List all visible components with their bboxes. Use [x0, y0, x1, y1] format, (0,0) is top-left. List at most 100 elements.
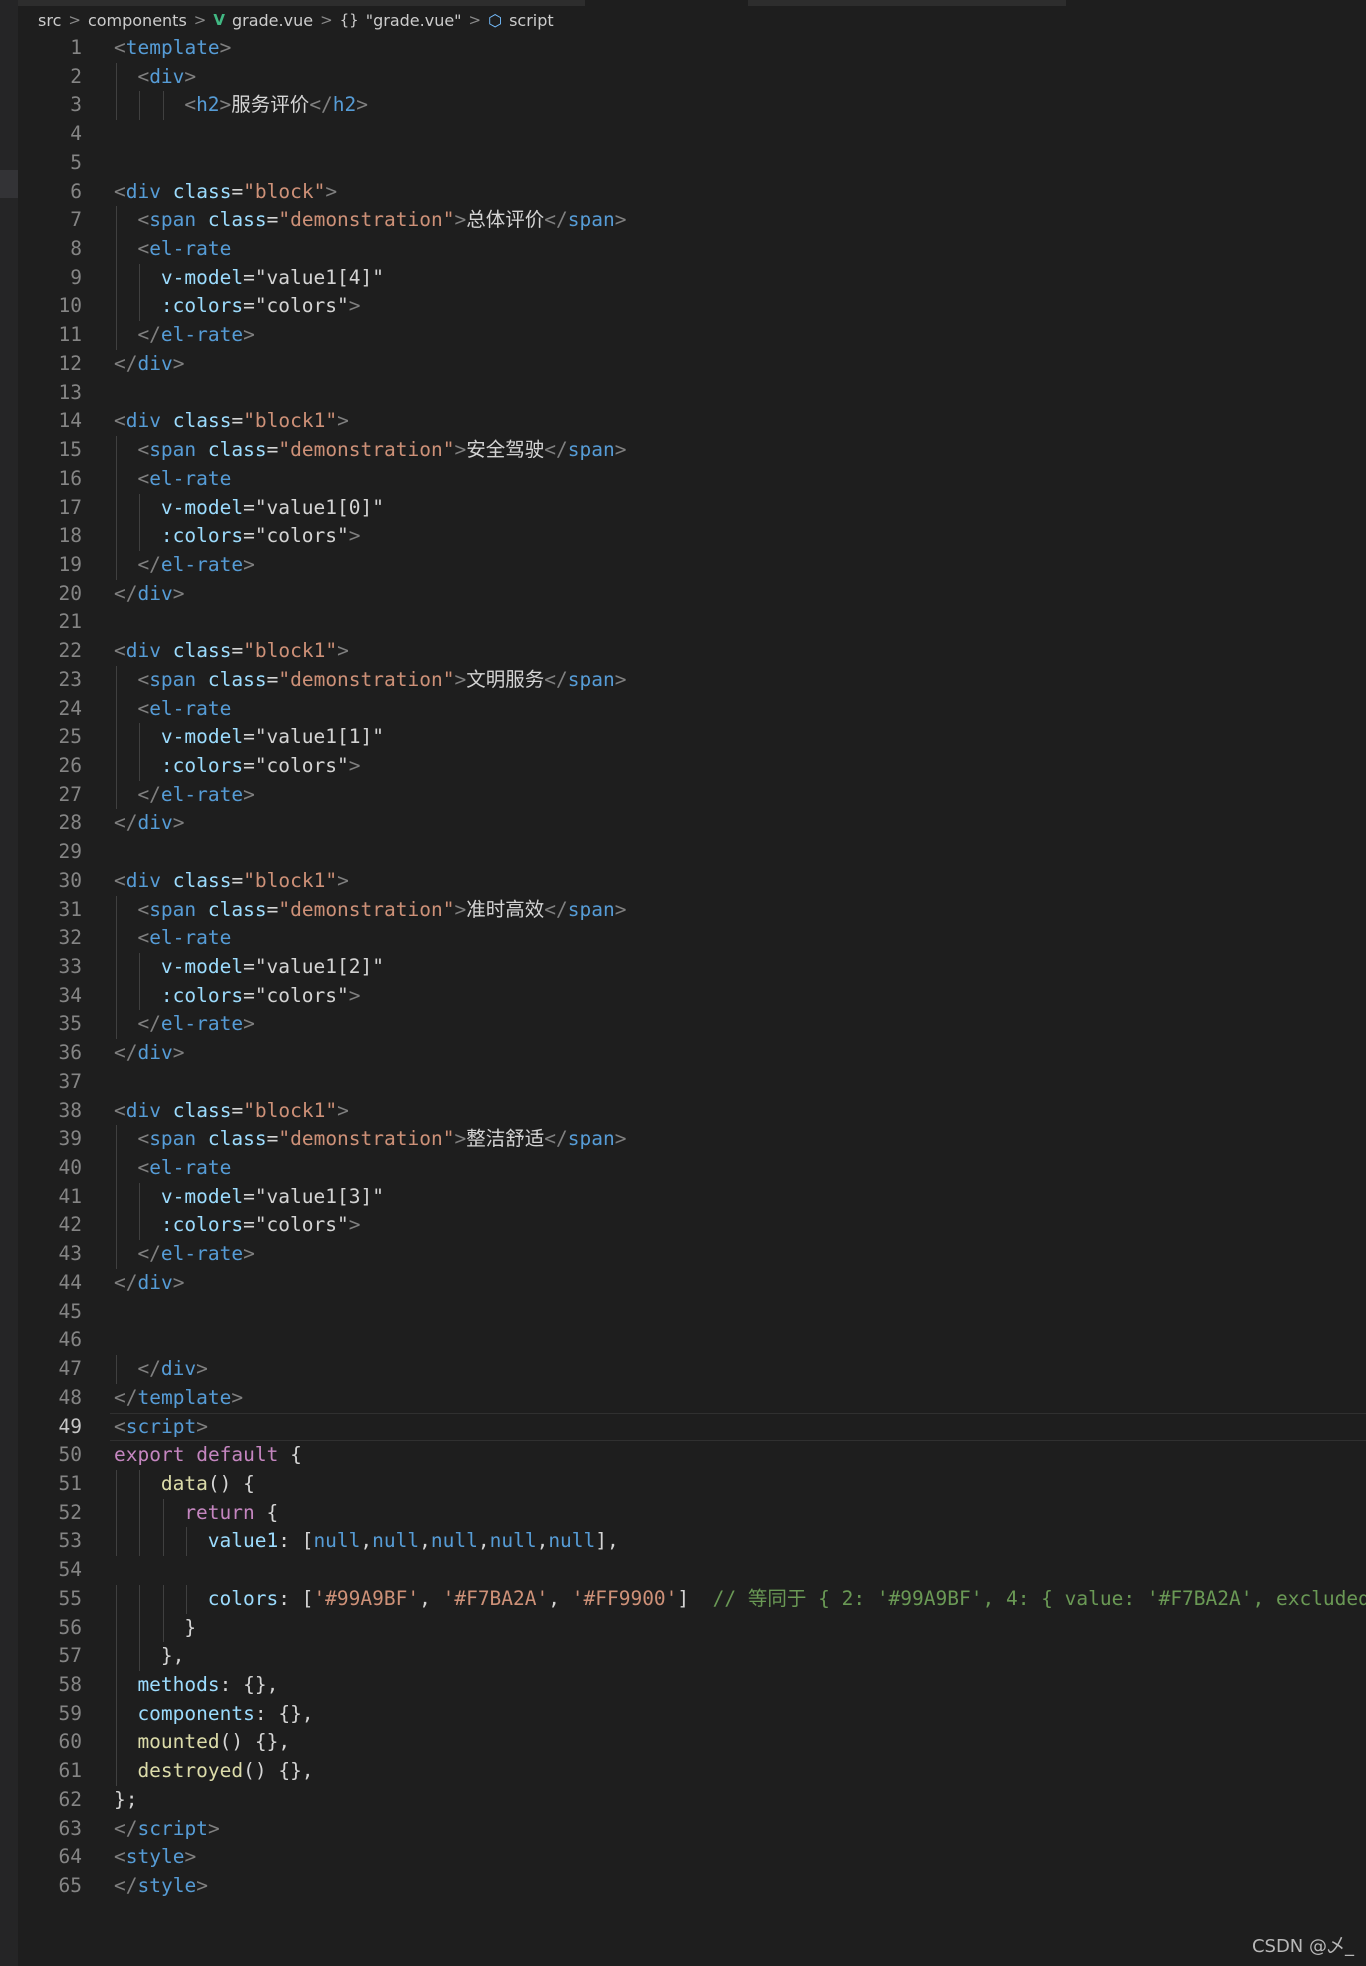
tab-segment[interactable]	[748, 0, 1066, 6]
code-line[interactable]: 35 </el-rate>	[18, 1010, 1366, 1040]
breadcrumb-item-components[interactable]: components	[88, 11, 187, 30]
code-line[interactable]: 38 <div class="block1">	[18, 1097, 1366, 1126]
code-token: el-rate	[160, 552, 244, 576]
code-text: }	[184, 1614, 196, 1643]
code-line[interactable]: 27 </el-rate>	[18, 780, 1366, 810]
code-text: <h2>服务评价</h2>	[184, 91, 368, 120]
code-line[interactable]: 34:colors="colors">	[18, 981, 1366, 1011]
code-line[interactable]: 10:colors="colors">	[18, 292, 1366, 322]
code-token: 文明服务	[466, 667, 545, 691]
code-line[interactable]: 28 </div>	[18, 809, 1366, 838]
code-token: div	[125, 1098, 161, 1122]
code-text: <div class="block1">	[114, 407, 349, 436]
code-line[interactable]: 39 <span class="demonstration">整洁舒适</span…	[18, 1125, 1366, 1155]
code-editor[interactable]: 1 <template> 2 <div> 3 <h2>服务评价</h2> 4 5 6 <div c…	[18, 34, 1366, 1901]
code-line[interactable]: 18:colors="colors">	[18, 522, 1366, 551]
code-line[interactable]: 3 <h2>服务评价</h2>	[18, 91, 1366, 121]
code-token: v-model	[160, 725, 244, 749]
code-token: el-rate	[149, 237, 232, 261]
code-line[interactable]: 13	[18, 379, 1366, 408]
code-line[interactable]: 58 methods: {},	[18, 1670, 1366, 1700]
code-line[interactable]: 45	[18, 1298, 1366, 1327]
code-token: >	[454, 438, 467, 462]
code-token: >	[614, 208, 627, 232]
code-line[interactable]: 15 <span class="demonstration">安全驾驶</span…	[18, 436, 1366, 465]
code-line[interactable]: 50 export default {	[18, 1441, 1366, 1470]
code-line[interactable]: 11 </el-rate>	[18, 321, 1366, 350]
code-token: script	[125, 1414, 197, 1438]
code-line[interactable]: 26:colors="colors">	[18, 751, 1366, 781]
code-token: "block1"	[243, 1098, 338, 1122]
code-line[interactable]: 19 </el-rate>	[18, 550, 1366, 580]
code-line[interactable]: 30 <div class="block1">	[18, 867, 1366, 896]
code-line[interactable]: 24 <el-rate	[18, 694, 1366, 724]
code-line[interactable]: 5	[18, 149, 1366, 178]
code-line[interactable]: 4	[18, 120, 1366, 149]
code-line[interactable]: 56}	[18, 1613, 1366, 1643]
code-line[interactable]: 42:colors="colors">	[18, 1211, 1366, 1241]
code-line[interactable]: 46	[18, 1326, 1366, 1355]
code-line[interactable]: 33 v-model="value1[2]"	[18, 953, 1366, 982]
code-line[interactable]: 14 <div class="block1">	[18, 407, 1366, 436]
code-line[interactable]: 2 <div>	[18, 62, 1366, 92]
code-line[interactable]: 22 <div class="block1">	[18, 637, 1366, 666]
code-line[interactable]: 20 </div>	[18, 580, 1366, 609]
code-line[interactable]: 61 destroyed() {},	[18, 1757, 1366, 1786]
code-line[interactable]: 43 </el-rate>	[18, 1240, 1366, 1269]
breadcrumb-item-script[interactable]: script	[509, 11, 554, 30]
code-line[interactable]: 62};	[18, 1786, 1366, 1815]
code-line[interactable]: 55 colors: ['#99A9BF', '#F7BA2A', '#FF990…	[18, 1584, 1366, 1614]
code-line[interactable]: 6 <div class="block">	[18, 178, 1366, 207]
line-number: 62	[58, 1787, 82, 1811]
code-line[interactable]: 64 <style>	[18, 1843, 1366, 1872]
indent-guide	[116, 751, 117, 781]
code-token: </	[309, 93, 333, 117]
code-line[interactable]: 57},	[18, 1642, 1366, 1671]
breadcrumb-item-file[interactable]: grade.vue	[232, 11, 313, 30]
code-line[interactable]: 47 </div>	[18, 1355, 1366, 1384]
code-line[interactable]: 44 </div>	[18, 1269, 1366, 1298]
code-line[interactable]: 7 <span class="demonstration">总体评价</span>	[18, 206, 1366, 236]
code-token: >	[454, 1127, 467, 1151]
code-line[interactable]: 59 components: {},	[18, 1699, 1366, 1729]
code-line[interactable]: 21	[18, 608, 1366, 637]
code-token: class	[172, 1098, 232, 1122]
code-line[interactable]: 25 v-model="value1[1]"	[18, 723, 1366, 752]
code-line[interactable]: 53 value1: [null,null,null,null,null],	[18, 1527, 1366, 1557]
code-line[interactable]: 16 <el-rate	[18, 464, 1366, 494]
code-line[interactable]: 31 <span class="demonstration">准时高效</span…	[18, 895, 1366, 925]
code-token: methods	[137, 1672, 220, 1696]
code-line[interactable]: 48 </template>	[18, 1384, 1366, 1413]
code-line[interactable]: 49 <script>	[18, 1412, 1366, 1442]
code-line[interactable]: 36 </div>	[18, 1039, 1366, 1068]
code-line[interactable]: 63 </script>	[18, 1815, 1366, 1844]
code-text: </template>	[114, 1384, 243, 1413]
breadcrumb-item-src[interactable]: src	[38, 11, 61, 30]
code-line[interactable]: 37	[18, 1068, 1366, 1097]
code-text: <el-rate	[137, 465, 231, 494]
code-line[interactable]: 23 <span class="demonstration">文明服务</span…	[18, 665, 1366, 695]
code-token: "value1[3]"	[254, 1184, 384, 1208]
code-line[interactable]: 65 </style>	[18, 1872, 1366, 1901]
code-text: destroyed() {},	[137, 1757, 313, 1786]
code-line[interactable]: 41 v-model="value1[3]"	[18, 1182, 1366, 1212]
code-line[interactable]: 51 data() {	[18, 1469, 1366, 1499]
code-line[interactable]: 52 return {	[18, 1498, 1366, 1528]
breadcrumb-item-module[interactable]: "grade.vue"	[366, 11, 462, 30]
code-line[interactable]: 54	[18, 1556, 1366, 1585]
code-line[interactable]: 9 v-model="value1[4]"	[18, 263, 1366, 293]
code-token: </	[137, 552, 161, 576]
code-text: :colors="colors">	[161, 982, 361, 1011]
code-line[interactable]: 8 <el-rate	[18, 235, 1366, 264]
code-line[interactable]: 32 <el-rate	[18, 924, 1366, 953]
code-line[interactable]: 29	[18, 838, 1366, 867]
code-token: el-rate	[149, 1156, 232, 1180]
code-line[interactable]: 1 <template>	[18, 34, 1366, 63]
code-line[interactable]: 60 mounted() {},	[18, 1728, 1366, 1758]
code-line[interactable]: 12 </div>	[18, 350, 1366, 379]
code-line[interactable]: 40 <el-rate	[18, 1154, 1366, 1183]
code-line[interactable]: 17 v-model="value1[0]"	[18, 493, 1366, 523]
line-number: 61	[58, 1759, 82, 1783]
indent-guide	[162, 1527, 164, 1557]
code-token: style	[137, 1874, 197, 1897]
